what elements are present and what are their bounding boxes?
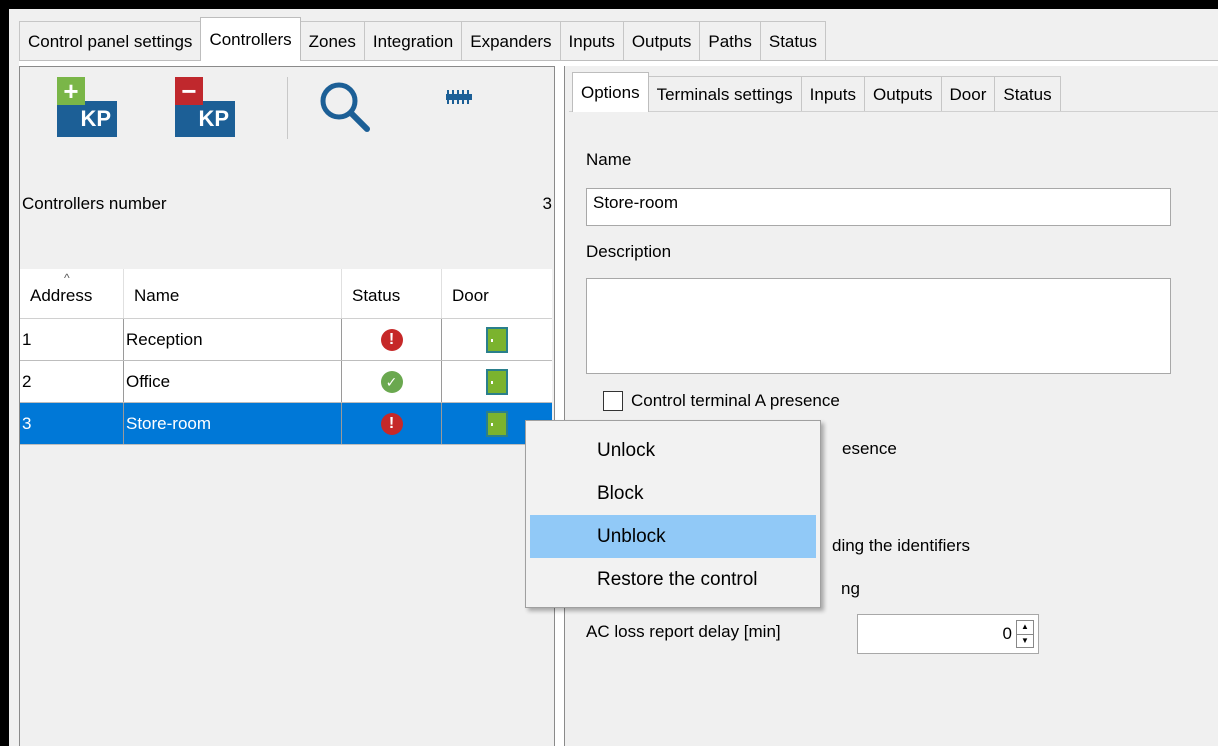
sort-ascending-icon: ^: [64, 271, 70, 285]
column-header-status[interactable]: Status: [342, 269, 442, 318]
tab-outputs[interactable]: Outputs: [863, 76, 942, 112]
application-window: Control panel settings Controllers Zones…: [9, 9, 1218, 746]
tab-status[interactable]: Status: [759, 21, 827, 61]
tab-options[interactable]: Options: [572, 72, 649, 112]
identifiers-option-label-partial: ding the identifiers: [832, 536, 970, 555]
cell-name: Office: [124, 361, 342, 402]
ac-loss-delay-value: 0: [1002, 624, 1012, 643]
tab-paths[interactable]: Paths: [699, 21, 761, 61]
main-tab-strip: Control panel settings Controllers Zones…: [19, 17, 827, 61]
column-header-door[interactable]: Door: [442, 269, 552, 318]
option-label-partial: ng: [841, 579, 860, 598]
name-label: Name: [586, 150, 632, 169]
tab-zones[interactable]: Zones: [299, 21, 365, 61]
search-button[interactable]: [315, 77, 375, 137]
controllers-tab-content: KP + KP − Controllers number 3 ^ Address…: [19, 60, 1218, 746]
minus-icon: −: [175, 77, 203, 105]
details-tab-strip: Options Terminals settings Inputs Output…: [572, 72, 1061, 112]
cell-door: [442, 361, 552, 402]
remove-icon-text: KP: [198, 106, 229, 131]
plus-icon: +: [57, 77, 85, 105]
menu-item-unblock[interactable]: Unblock: [530, 515, 816, 558]
column-header-name[interactable]: Name: [124, 269, 342, 318]
ac-loss-delay-label: AC loss report delay [min]: [586, 622, 781, 641]
terminal-a-presence-checkbox[interactable]: Control terminal A presence: [603, 391, 840, 411]
context-menu: Unlock Block Unblock Restore the control: [525, 420, 821, 608]
tab-expanders[interactable]: Expanders: [461, 21, 561, 61]
table-header: ^ Address Name Status Door: [20, 269, 552, 319]
tab-control-panel-settings[interactable]: Control panel settings: [19, 21, 202, 61]
column-header-label: Door: [452, 286, 489, 305]
terminal-b-presence-label-partial: esence: [842, 439, 897, 458]
table-row[interactable]: 1 Reception !: [20, 319, 552, 361]
cell-address: 3: [20, 403, 124, 444]
column-header-label: Status: [352, 286, 401, 305]
controllers-table: ^ Address Name Status Door 1 Reception !: [20, 269, 552, 746]
spinner-buttons: ▲ ▼: [1016, 620, 1034, 648]
table-row[interactable]: 2 Office ✓: [20, 361, 552, 403]
column-header-address[interactable]: ^ Address: [20, 269, 124, 318]
menu-item-block[interactable]: Block: [530, 472, 816, 515]
controllers-toolbar: KP + KP −: [20, 67, 554, 149]
add-keypad-icon: KP: [57, 101, 117, 137]
tab-inputs[interactable]: Inputs: [800, 76, 865, 112]
door-icon: [486, 326, 508, 353]
ac-loss-delay-spinner[interactable]: 0 ▲ ▼: [857, 614, 1039, 654]
module-icon: [446, 90, 472, 104]
column-header-label: Address: [30, 286, 93, 305]
toolbar-separator: [287, 77, 288, 139]
description-field[interactable]: [586, 278, 1171, 374]
spin-down-icon[interactable]: ▼: [1017, 633, 1033, 648]
description-label: Description: [586, 242, 672, 261]
menu-item-unlock[interactable]: Unlock: [530, 429, 816, 472]
tab-door[interactable]: Door: [940, 76, 996, 112]
cell-status: ✓: [342, 361, 442, 402]
cell-name: Store-room: [124, 403, 342, 444]
error-status-icon: !: [380, 412, 403, 435]
cell-status: !: [342, 319, 442, 360]
tab-integration[interactable]: Integration: [363, 21, 463, 61]
tab-outputs[interactable]: Outputs: [622, 21, 701, 61]
tab-terminals-settings[interactable]: Terminals settings: [647, 76, 802, 112]
tab-inputs[interactable]: Inputs: [559, 21, 624, 61]
tab-controllers[interactable]: Controllers: [200, 17, 301, 61]
ok-status-icon: ✓: [380, 370, 403, 393]
tab-status[interactable]: Status: [994, 76, 1061, 112]
controllers-count-value: 3: [542, 194, 552, 213]
cell-address: 1: [20, 319, 124, 360]
cell-door: [442, 319, 552, 360]
error-status-icon: !: [380, 328, 403, 351]
checkbox-box[interactable]: [603, 391, 623, 411]
terminal-a-presence-label: Control terminal A presence: [631, 391, 840, 410]
controllers-list-panel: KP + KP − Controllers number 3 ^ Address…: [19, 66, 555, 746]
name-field[interactable]: Store-room: [586, 188, 1171, 226]
add-icon-text: KP: [80, 106, 111, 131]
remove-keypad-icon: KP: [175, 101, 235, 137]
search-icon: [320, 82, 370, 132]
controllers-count-label: Controllers number: [22, 194, 167, 213]
add-controller-button[interactable]: KP +: [57, 77, 117, 137]
module-button[interactable]: [440, 77, 500, 137]
spin-up-icon[interactable]: ▲: [1017, 621, 1033, 634]
door-icon: [486, 368, 508, 395]
cell-status: !: [342, 403, 442, 444]
cell-address: 2: [20, 361, 124, 402]
column-header-label: Name: [134, 286, 180, 305]
menu-item-restore-control[interactable]: Restore the control: [530, 558, 816, 601]
door-icon: [486, 410, 508, 437]
controller-details-panel: Options Terminals settings Inputs Output…: [564, 66, 1218, 746]
cell-name: Reception: [124, 319, 342, 360]
remove-controller-button[interactable]: KP −: [175, 77, 235, 137]
controllers-count-row: Controllers number 3: [20, 189, 554, 219]
table-row-selected[interactable]: 3 Store-room !: [20, 403, 552, 445]
